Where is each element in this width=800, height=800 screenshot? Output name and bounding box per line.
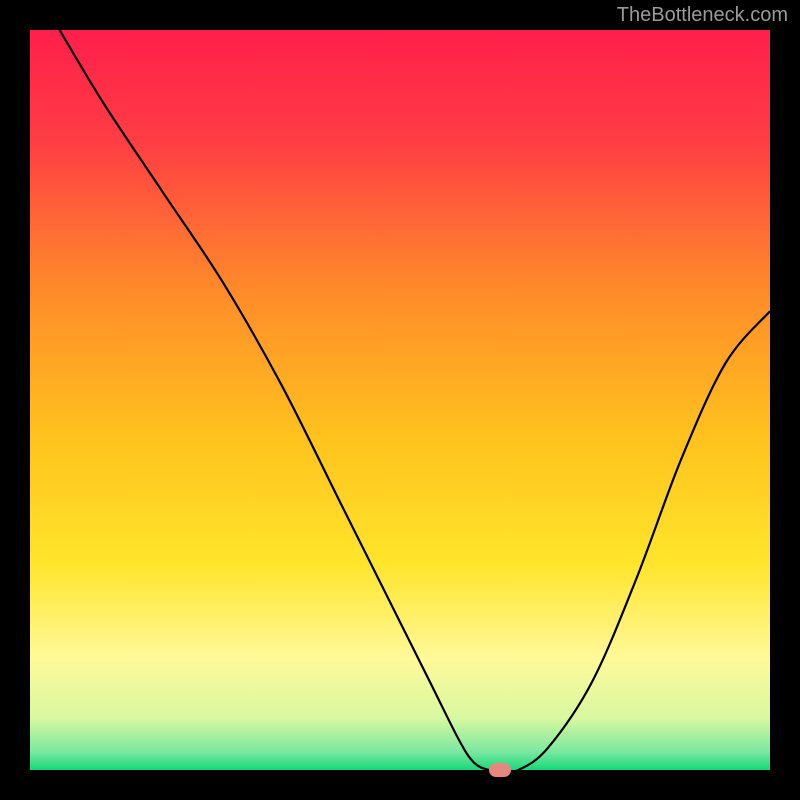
chart-marker-icon	[489, 763, 511, 777]
chart-curve	[30, 30, 770, 770]
watermark-text: TheBottleneck.com	[617, 4, 788, 27]
chart-plot-area	[30, 30, 770, 770]
